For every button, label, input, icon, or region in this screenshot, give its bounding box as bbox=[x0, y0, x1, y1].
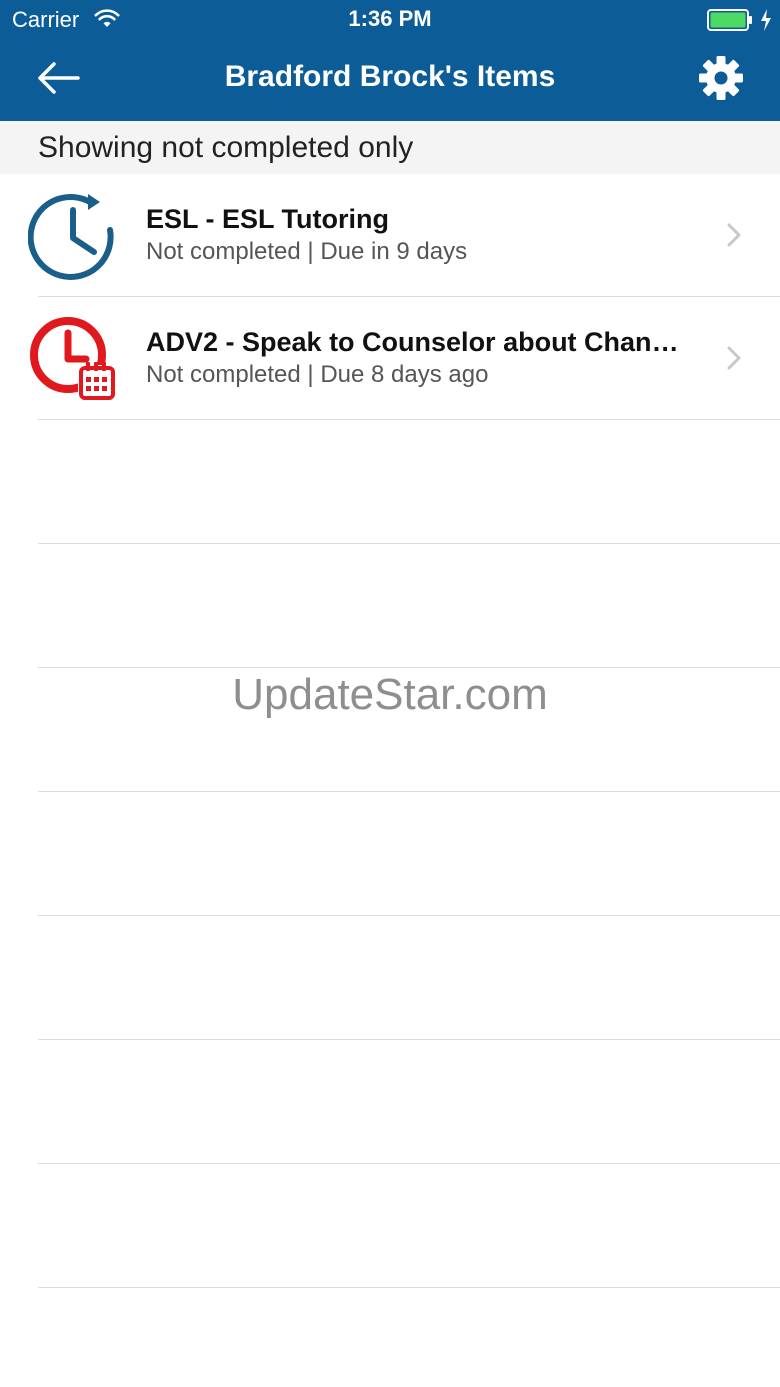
filter-label: Showing not completed only bbox=[38, 131, 414, 164]
empty-list-row bbox=[0, 544, 780, 668]
app-header: Carrier 1:36 PM Bradford Brock's Items bbox=[0, 0, 780, 121]
status-time: 1:36 PM bbox=[348, 6, 432, 31]
chevron-right-icon bbox=[727, 346, 741, 370]
status-bar: Carrier 1:36 PM bbox=[0, 0, 780, 40]
item-status: Not completed | Due 8 days ago bbox=[146, 361, 489, 388]
clock-refresh-icon bbox=[28, 194, 114, 280]
empty-list-row bbox=[0, 420, 780, 544]
charging-bolt-icon bbox=[761, 9, 771, 31]
item-title: ADV2 - Speak to Counselor about Change o… bbox=[146, 327, 691, 357]
list-item[interactable]: ADV2 - Speak to Counselor about Change o… bbox=[0, 297, 780, 420]
items-screen: Carrier 1:36 PM Bradford Brock's Items S… bbox=[0, 0, 780, 1387]
item-status: Not completed | Due in 9 days bbox=[146, 238, 468, 265]
filter-banner: Showing not completed only bbox=[0, 121, 780, 174]
gear-icon[interactable] bbox=[698, 55, 744, 101]
page-title: Bradford Brock's Items bbox=[224, 60, 556, 93]
item-title: ESL - ESL Tutoring bbox=[146, 204, 389, 234]
empty-list-row bbox=[0, 916, 780, 1040]
items-list: ESL - ESL Tutoring Not completed | Due i… bbox=[0, 174, 780, 1288]
empty-list-row bbox=[0, 1040, 780, 1164]
back-arrow-icon[interactable] bbox=[34, 58, 82, 98]
battery-icon bbox=[707, 9, 752, 31]
navigation-bar: Bradford Brock's Items bbox=[0, 40, 780, 121]
clock-calendar-icon bbox=[30, 317, 116, 401]
empty-list-row bbox=[0, 792, 780, 916]
empty-list-row bbox=[0, 1164, 780, 1288]
watermark-text: UpdateStar.com bbox=[232, 670, 548, 719]
chevron-right-icon bbox=[727, 223, 741, 247]
list-item[interactable]: ESL - ESL Tutoring Not completed | Due i… bbox=[0, 174, 780, 297]
